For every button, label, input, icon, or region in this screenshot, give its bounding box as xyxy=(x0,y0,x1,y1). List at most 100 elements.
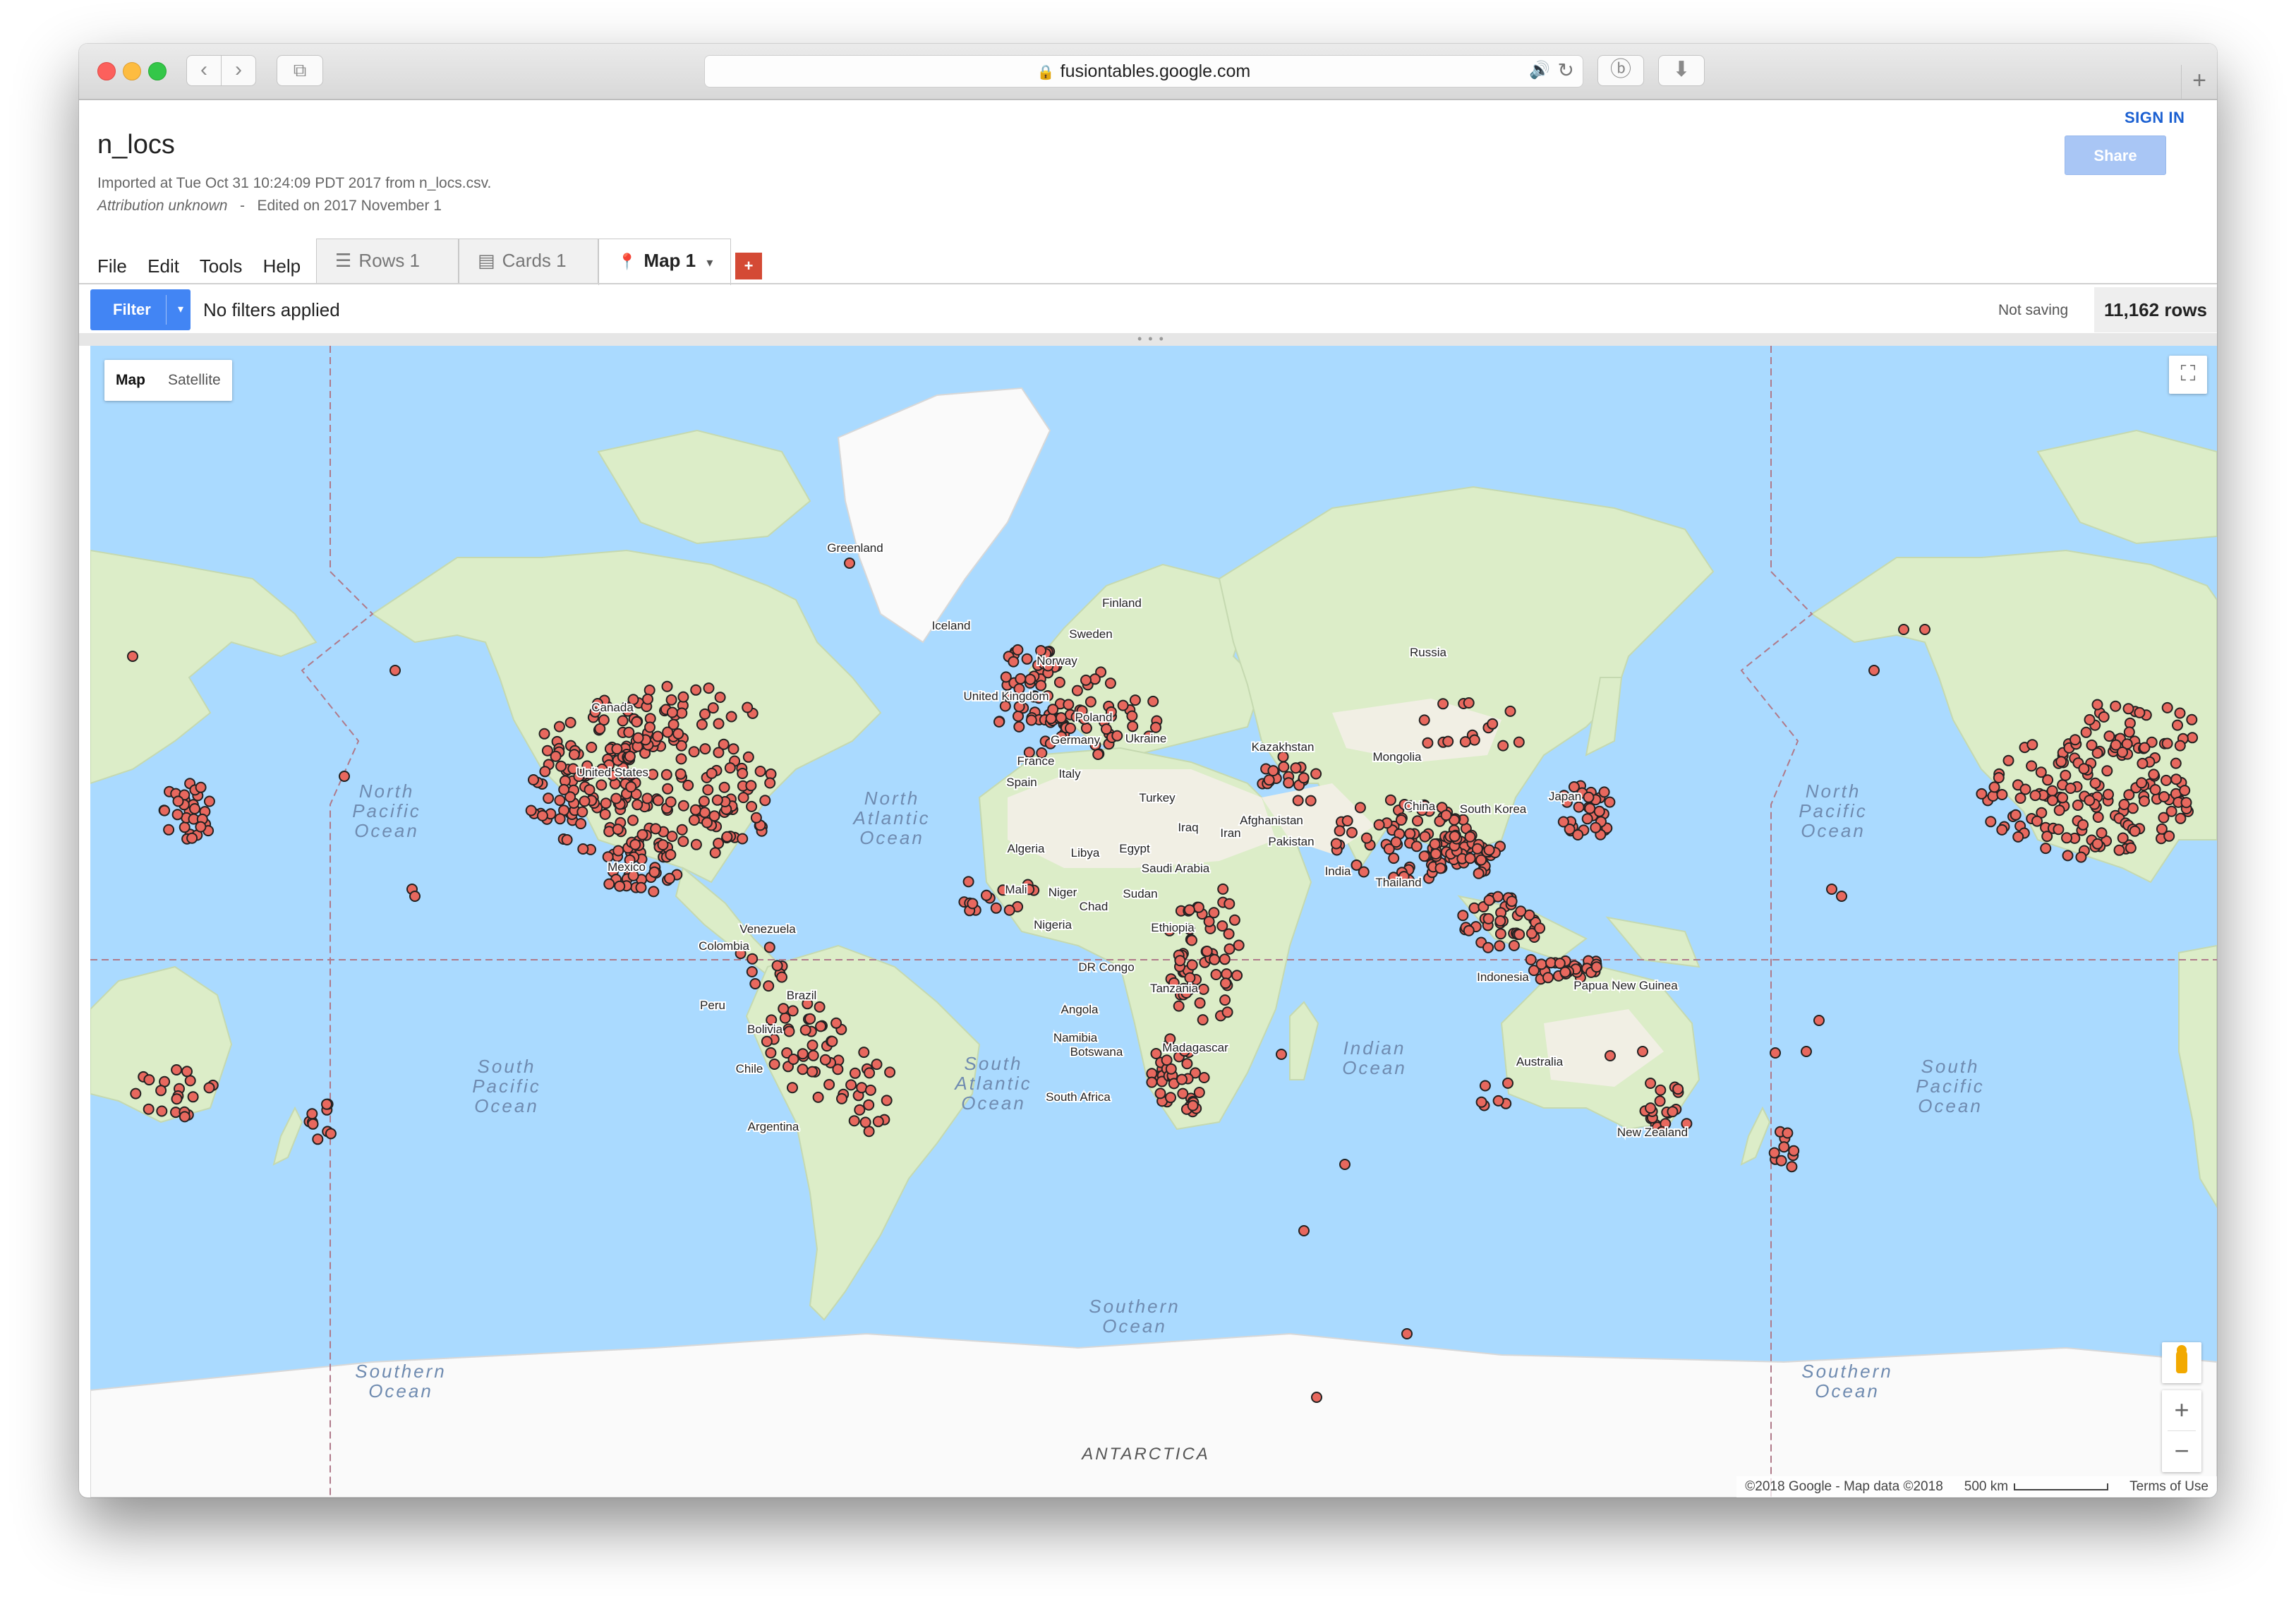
location-marker[interactable] xyxy=(1482,912,1494,924)
location-marker[interactable] xyxy=(1482,941,1494,953)
location-marker[interactable] xyxy=(1089,673,1101,685)
location-marker[interactable] xyxy=(2057,792,2069,804)
location-marker[interactable] xyxy=(1813,1015,1825,1026)
location-marker[interactable] xyxy=(747,953,759,965)
location-marker[interactable] xyxy=(690,684,702,696)
location-marker[interactable] xyxy=(1437,698,1449,710)
location-marker[interactable] xyxy=(2078,763,2090,775)
location-marker[interactable] xyxy=(1174,955,1186,967)
location-marker[interactable] xyxy=(1473,867,1485,879)
location-marker[interactable] xyxy=(1292,795,1304,807)
location-marker[interactable] xyxy=(1645,1102,1657,1114)
zoom-in-button[interactable]: + xyxy=(2162,1390,2201,1430)
location-marker[interactable] xyxy=(1504,705,1516,717)
location-marker[interactable] xyxy=(754,766,766,777)
location-marker[interactable] xyxy=(1358,866,1370,878)
location-marker[interactable] xyxy=(1298,1225,1310,1236)
location-marker[interactable] xyxy=(1146,1076,1158,1088)
location-marker[interactable] xyxy=(696,718,708,730)
fullscreen-icon[interactable]: ⛶ xyxy=(2169,356,2207,394)
location-marker[interactable] xyxy=(2047,795,2058,807)
location-marker[interactable] xyxy=(714,692,726,704)
location-marker[interactable] xyxy=(690,838,702,850)
location-marker[interactable] xyxy=(778,1003,790,1015)
location-marker[interactable] xyxy=(706,767,718,779)
location-marker[interactable] xyxy=(676,824,688,836)
location-marker[interactable] xyxy=(1898,624,1909,635)
location-marker[interactable] xyxy=(797,1063,809,1075)
location-marker[interactable] xyxy=(2086,739,2098,751)
location-marker[interactable] xyxy=(1598,786,1610,798)
location-marker[interactable] xyxy=(1203,915,1215,927)
minimize-window-button[interactable] xyxy=(123,62,141,80)
location-marker[interactable] xyxy=(713,747,725,759)
location-marker[interactable] xyxy=(848,1115,860,1127)
zoom-window-button[interactable] xyxy=(148,62,167,80)
location-marker[interactable] xyxy=(1233,939,1245,951)
location-marker[interactable] xyxy=(536,809,548,821)
location-marker[interactable] xyxy=(709,847,721,859)
location-marker[interactable] xyxy=(1063,699,1075,711)
location-marker[interactable] xyxy=(819,1054,831,1066)
location-marker[interactable] xyxy=(771,960,783,972)
location-marker[interactable] xyxy=(576,806,588,818)
location-marker[interactable] xyxy=(1181,1058,1193,1070)
location-marker[interactable] xyxy=(1782,1127,1794,1139)
location-marker[interactable] xyxy=(1209,953,1221,965)
location-marker[interactable] xyxy=(538,728,550,740)
location-marker[interactable] xyxy=(1183,904,1195,916)
location-marker[interactable] xyxy=(711,794,723,806)
location-marker[interactable] xyxy=(830,1017,842,1029)
menu-edit[interactable]: Edit xyxy=(147,255,179,277)
location-marker[interactable] xyxy=(543,793,555,804)
location-marker[interactable] xyxy=(665,796,677,808)
location-marker[interactable] xyxy=(1219,953,1231,965)
location-marker[interactable] xyxy=(558,783,570,795)
location-marker[interactable] xyxy=(2125,842,2137,854)
location-marker[interactable] xyxy=(2170,773,2182,785)
location-marker[interactable] xyxy=(617,715,629,727)
location-marker[interactable] xyxy=(1012,644,1024,656)
close-window-button[interactable] xyxy=(97,62,116,80)
location-marker[interactable] xyxy=(1401,1328,1413,1339)
location-marker[interactable] xyxy=(2163,830,2175,842)
location-marker[interactable] xyxy=(797,1048,809,1060)
location-marker[interactable] xyxy=(2113,844,2125,856)
location-marker[interactable] xyxy=(1993,772,2005,783)
location-marker[interactable] xyxy=(1429,838,1441,850)
location-marker[interactable] xyxy=(2139,795,2150,807)
location-marker[interactable] xyxy=(1065,723,1076,734)
location-marker[interactable] xyxy=(1193,1087,1205,1098)
location-marker[interactable] xyxy=(881,1095,893,1107)
location-marker[interactable] xyxy=(2103,730,2115,742)
location-marker[interactable] xyxy=(631,716,643,728)
location-marker[interactable] xyxy=(2186,713,2198,725)
location-marker[interactable] xyxy=(826,1035,838,1047)
location-marker[interactable] xyxy=(389,665,401,676)
location-marker[interactable] xyxy=(2012,831,2024,843)
location-marker[interactable] xyxy=(2061,832,2072,844)
location-marker[interactable] xyxy=(1976,788,1988,800)
location-marker[interactable] xyxy=(539,766,551,778)
location-marker[interactable] xyxy=(1217,883,1229,895)
location-marker[interactable] xyxy=(1334,825,1346,837)
new-tab-icon[interactable]: + xyxy=(2181,65,2217,99)
location-marker[interactable] xyxy=(806,1066,818,1078)
location-marker[interactable] xyxy=(1775,1155,1787,1167)
location-marker[interactable] xyxy=(701,816,713,828)
location-marker[interactable] xyxy=(1492,1095,1504,1107)
location-marker[interactable] xyxy=(657,839,669,851)
location-marker[interactable] xyxy=(2180,797,2192,809)
location-marker[interactable] xyxy=(737,768,749,779)
location-marker[interactable] xyxy=(1584,802,1596,814)
location-marker[interactable] xyxy=(623,726,635,738)
location-marker[interactable] xyxy=(156,1105,168,1117)
location-marker[interactable] xyxy=(1483,844,1495,856)
location-marker[interactable] xyxy=(648,886,660,898)
location-marker[interactable] xyxy=(2174,740,2186,752)
location-marker[interactable] xyxy=(1192,901,1204,913)
location-marker[interactable] xyxy=(1221,968,1233,980)
location-marker[interactable] xyxy=(1003,904,1015,916)
location-marker[interactable] xyxy=(1637,1046,1648,1057)
location-marker[interactable] xyxy=(1604,796,1616,808)
